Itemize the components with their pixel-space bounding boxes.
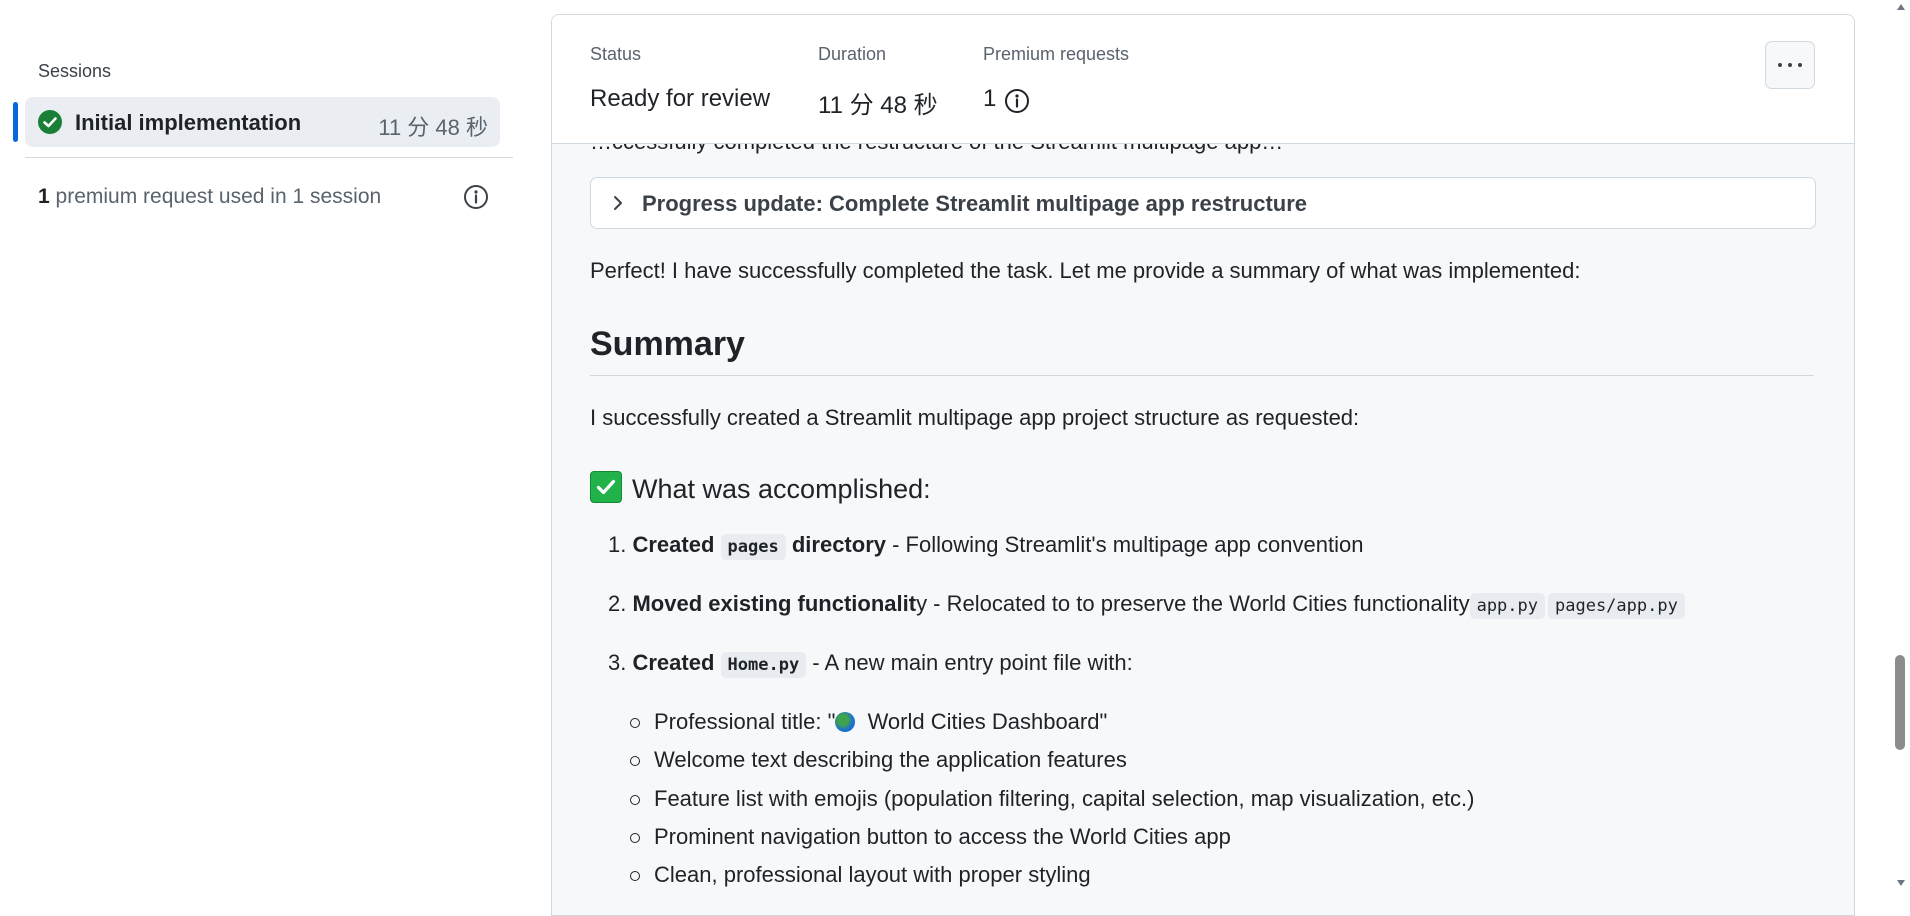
globe-emoji-icon [835, 712, 856, 732]
kebab-dot [1798, 63, 1802, 67]
list-number: 1. [608, 532, 627, 557]
premium-usage-summary: 1 premium request used in 1 session [38, 185, 381, 209]
inline-code: Home.py [720, 652, 807, 678]
sessions-label: Sessions [38, 61, 112, 81]
check-circle-icon [38, 110, 62, 134]
accomplished-heading-text: What was accomplished: [632, 474, 931, 504]
bullet-text: Professional title: " [654, 709, 836, 734]
usage-count: 1 [38, 185, 50, 208]
session-item-initial-implementation[interactable]: Initial implementation 11 分 48 秒 [25, 97, 500, 147]
list-item-text: - Following Streamlit's multipage app co… [886, 532, 1364, 557]
summary-paragraph: I successfully created a Streamlit multi… [590, 405, 1360, 430]
bullet-item: Welcome text describing the application … [630, 747, 1127, 772]
bullet-text: World Cities Dashboard" [861, 709, 1108, 734]
more-options-button[interactable] [1765, 41, 1815, 89]
duration-label: Duration [818, 44, 887, 64]
list-number: 3. [608, 650, 627, 675]
divider [25, 157, 513, 158]
list-item: 3. Created Home.py - A new main entry po… [608, 650, 1133, 678]
progress-update-title: Progress update: Complete Streamlit mult… [642, 191, 1308, 216]
check-mark-emoji-icon [590, 471, 622, 503]
progress-update-collapsible[interactable]: Progress update: Complete Streamlit mult… [590, 177, 1816, 229]
sidebar: Sessions Initial implementation 11 分 48 … [0, 0, 530, 895]
premium-requests-label: Premium requests [983, 44, 1130, 64]
premium-requests-value: 1 [983, 85, 997, 112]
accomplished-heading: What was accomplished: [590, 471, 931, 505]
intro-paragraph: Perfect! I have successfully completed t… [590, 258, 1581, 283]
bullet-item: Clean, professional layout with proper s… [630, 862, 1091, 887]
kebab-dot [1788, 63, 1792, 67]
premium-info-icon[interactable] [1003, 87, 1031, 120]
session-detail-panel: Status Ready for review Duration 11 分 48… [551, 14, 1855, 916]
page-scrollbar[interactable] [1892, 0, 1910, 895]
inline-code: pages/app.py [1548, 593, 1685, 619]
list-item: 2. Moved existing functionality - Reloca… [608, 591, 1685, 619]
list-number: 2. [608, 591, 627, 616]
kebab-dot [1778, 63, 1782, 67]
bullet-item: Feature list with emojis (population fil… [630, 786, 1475, 811]
info-icon[interactable] [462, 183, 490, 216]
bullet-item: Professional title: " World Cities Dashb… [629, 709, 1108, 735]
list-item-text: - A new main entry point file with: [806, 650, 1133, 675]
duration-value: 11 分 48 秒 [818, 92, 938, 119]
status-label: Status [590, 44, 642, 64]
scrollbar-thumb[interactable] [1895, 655, 1905, 750]
session-header: Status Ready for review Duration 11 分 48… [552, 15, 1854, 144]
usage-text: premium request used in 1 session [49, 185, 382, 208]
inline-code: pages [720, 534, 786, 560]
session-duration: 11 分 48 秒 [378, 115, 488, 140]
bullet-item: Prominent navigation button to access th… [630, 824, 1231, 849]
list-item-bold: directory [791, 532, 886, 557]
list-item-text: y - Relocated to to preserve the World C… [916, 591, 1470, 616]
list-item-bold: Created [632, 650, 715, 675]
list-item: 1. Created pages directory - Following S… [608, 532, 1364, 560]
list-item-bold: Moved existing functionalit [632, 591, 917, 616]
list-item-bold: Created [632, 532, 715, 557]
session-selected-indicator [13, 102, 18, 142]
inline-code: app.py [1469, 593, 1545, 619]
session-title: Initial implementation [75, 110, 302, 135]
status-value: Ready for review [590, 85, 771, 112]
scroll-up-arrow-icon[interactable] [1896, 3, 1906, 11]
scroll-down-arrow-icon[interactable] [1896, 879, 1906, 887]
heading-rule [590, 375, 1814, 376]
summary-heading: Summary [590, 325, 745, 363]
chevron-right-icon [614, 196, 622, 210]
